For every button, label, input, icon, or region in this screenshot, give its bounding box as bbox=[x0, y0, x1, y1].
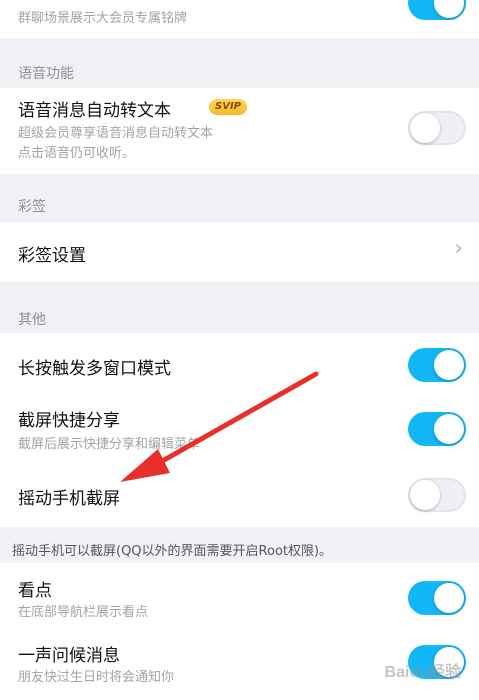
shake-screenshot-title: 摇动手机截屏 bbox=[18, 489, 120, 509]
toggle-knob bbox=[410, 113, 440, 143]
screenshot-share-subtitle: 截屏后展示快捷分享和编辑菜单 bbox=[18, 437, 201, 452]
greeting-message-subtitle: 朋友快过生日时将会通知你 bbox=[18, 670, 175, 685]
section-header-voice: 语音功能 bbox=[18, 66, 74, 82]
top-setting-card: 群聊场景展示大会员专属铭牌 bbox=[0, 0, 479, 38]
voice-subtitle-line1: 超级会员尊享语音消息自动转文本 bbox=[18, 126, 214, 141]
svip-badge: SVIP bbox=[209, 99, 247, 115]
voice-card: 语音消息自动转文本 SVIP 超级会员尊享语音消息自动转文本 点击语音仍可收听。 bbox=[0, 88, 479, 174]
toggle-knob bbox=[434, 350, 464, 380]
kandian-toggle[interactable] bbox=[408, 581, 466, 615]
caiqian-settings-title: 彩签设置 bbox=[18, 246, 86, 266]
caiqian-settings-row[interactable]: 彩签设置 › bbox=[0, 222, 479, 282]
voice-to-text-toggle[interactable] bbox=[408, 111, 466, 145]
top-item-subtitle: 群聊场景展示大会员专属铭牌 bbox=[18, 11, 188, 26]
kandian-title: 看点 bbox=[18, 581, 52, 601]
multi-window-toggle[interactable] bbox=[408, 348, 466, 382]
screenshot-share-title: 截屏快捷分享 bbox=[18, 411, 120, 431]
shake-screenshot-note: 摇动手机可以截屏(QQ以外的界面需要开启Root权限)。 bbox=[12, 544, 333, 559]
multi-window-title: 长按触发多窗口模式 bbox=[18, 359, 171, 379]
toggle-knob bbox=[434, 0, 464, 18]
section-header-caiqian: 彩签 bbox=[18, 199, 46, 215]
kandian-subtitle: 在底部导航栏展示看点 bbox=[18, 605, 149, 620]
top-item-toggle[interactable] bbox=[408, 0, 466, 20]
watermark-logo: Baidu经验 bbox=[384, 664, 461, 681]
voice-to-text-title: 语音消息自动转文本 bbox=[18, 101, 171, 121]
screenshot-share-toggle[interactable] bbox=[408, 412, 466, 446]
chevron-right-icon: › bbox=[454, 236, 463, 261]
section-header-other: 其他 bbox=[18, 312, 46, 328]
toggle-knob bbox=[410, 480, 440, 510]
toggle-knob bbox=[434, 583, 464, 613]
voice-subtitle-line2: 点击语音仍可收听。 bbox=[18, 146, 136, 161]
shake-screenshot-toggle[interactable] bbox=[408, 478, 466, 512]
greeting-message-title: 一声问候消息 bbox=[18, 646, 120, 666]
toggle-knob bbox=[434, 414, 464, 444]
other-card: 长按触发多窗口模式 截屏快捷分享 截屏后展示快捷分享和编辑菜单 摇动手机截屏 bbox=[0, 333, 479, 527]
